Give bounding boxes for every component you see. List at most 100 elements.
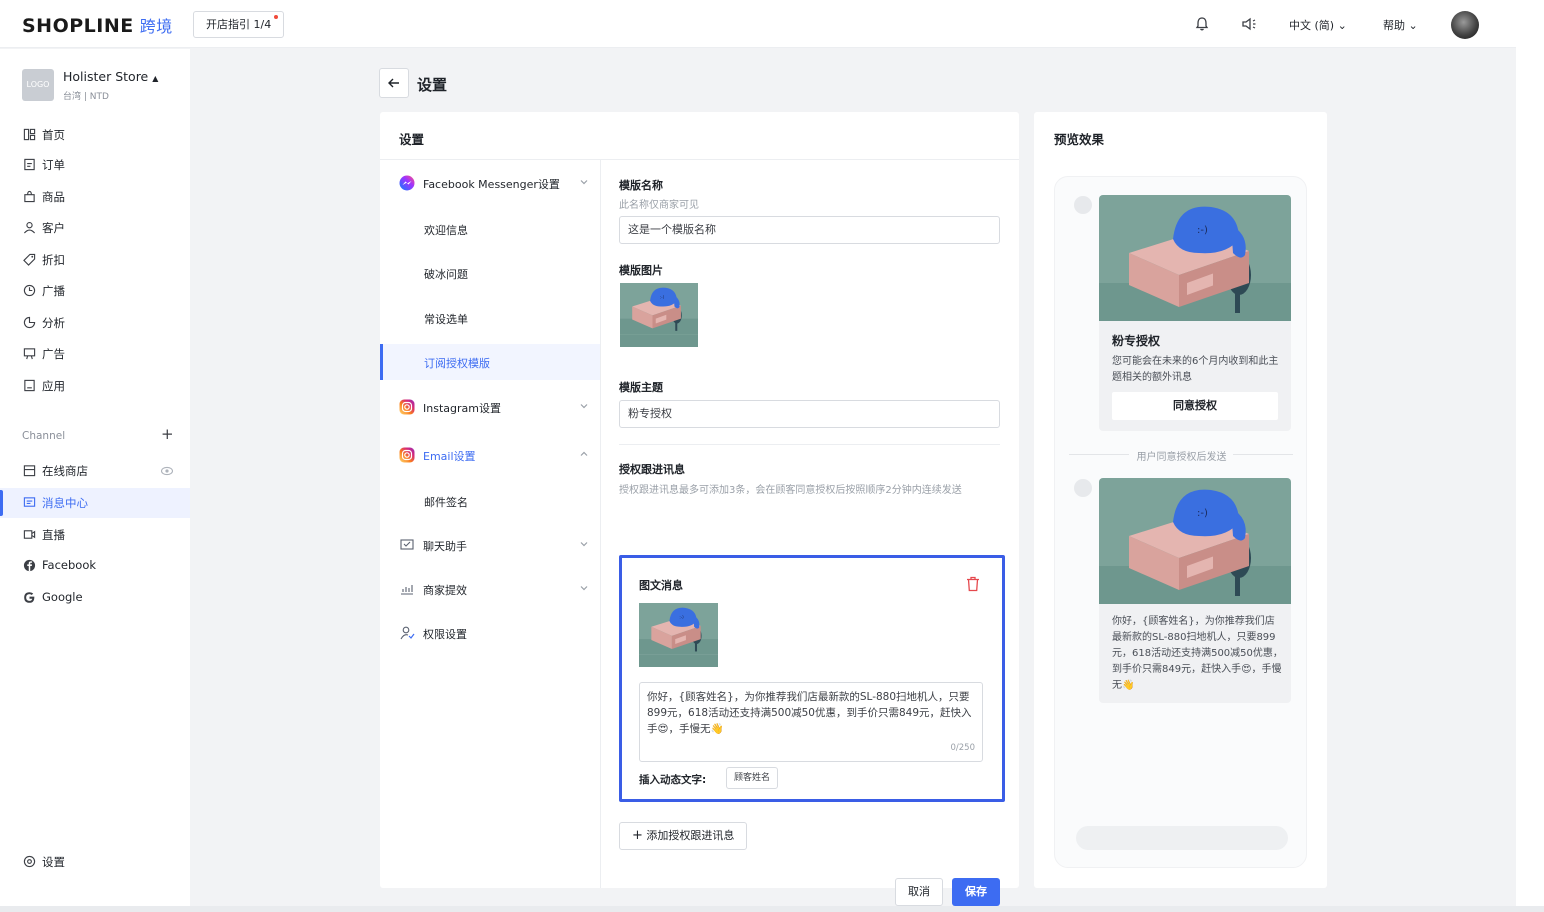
subnav-persistent-menu[interactable]: 常设选单 xyxy=(380,300,600,336)
agree-button[interactable]: 同意授权 xyxy=(1112,392,1278,420)
sidebar-item-label: 首页 xyxy=(42,128,65,142)
chat-icon xyxy=(400,539,414,550)
subnav-label: 聊天助手 xyxy=(423,540,467,553)
preview-card-body: 你好，{顾客姓名}，为你推荐我们店最新款的SL-880扫地机人，只要899元，6… xyxy=(1112,616,1283,691)
name-label: 模版名称 xyxy=(619,179,663,192)
add-channel-icon[interactable]: + xyxy=(161,425,174,443)
preview-card-body: 您可能会在未来的6个月内收到和此主题相关的额外讯息 xyxy=(1112,356,1279,383)
sidebar-item-facebook[interactable]: Facebook xyxy=(0,551,190,581)
subnav-chat-assistant[interactable]: 聊天助手 xyxy=(380,527,600,563)
subnav-label: Facebook Messenger设置 xyxy=(423,178,560,191)
chevron-down-icon xyxy=(580,404,588,409)
channel-header: Channel xyxy=(22,430,66,442)
sidebar-item-customers[interactable]: 客户 xyxy=(0,213,190,243)
subnav-label: 商家提效 xyxy=(423,584,467,597)
subnav-email[interactable]: Email设置 xyxy=(380,437,600,473)
sidebar-item-label: 消息中心 xyxy=(42,496,88,510)
divider xyxy=(619,444,1000,445)
add-follow-message-button[interactable]: + 添加授权跟进讯息 xyxy=(619,822,748,850)
sidebar-item-online-store[interactable]: 在线商店 xyxy=(0,456,190,486)
sidebar-item-label: 设置 xyxy=(42,855,65,869)
store-region: 台湾 | NTD xyxy=(63,92,109,102)
subnav-permissions[interactable]: 权限设置 xyxy=(380,615,600,651)
store-icon xyxy=(23,465,36,477)
store-switcher[interactable]: Holister Store ▲ xyxy=(63,69,158,84)
chevron-down-icon xyxy=(580,586,588,591)
speaker-icon[interactable] xyxy=(1241,16,1257,32)
illustration-image xyxy=(620,283,698,347)
page-title: 设置 xyxy=(417,76,448,94)
cancel-button[interactable]: 取消 xyxy=(895,878,943,906)
sidebar-item-label: 广告 xyxy=(42,347,65,361)
dynamic-text-chip[interactable]: 顾客姓名 xyxy=(726,767,779,789)
user-icon xyxy=(23,222,36,234)
language-selector[interactable]: 中文 (简) ⌄ xyxy=(1289,17,1347,33)
permission-icon xyxy=(400,626,415,640)
save-button[interactable]: 保存 xyxy=(952,878,1000,906)
subnav-email-signature[interactable]: 邮件签名 xyxy=(380,483,600,519)
sidebar-item-google[interactable]: Google xyxy=(0,583,190,613)
template-topic-input[interactable]: 粉专授权 xyxy=(619,400,1000,428)
subnav-efficiency[interactable]: 商家提效 xyxy=(380,571,600,607)
top-bar: SHOPLINE 跨境 开店指引 1/4 中文 (简) ⌄ 帮助 ⌄ xyxy=(0,0,1516,48)
message-textarea[interactable]: 你好，{顾客姓名}，为你推荐我们店最新款的SL-880扫地机人，只要899元，6… xyxy=(639,682,983,762)
subnav-label: 欢迎信息 xyxy=(424,224,468,237)
eye-icon[interactable] xyxy=(161,466,173,476)
caret-up-icon: ▲ xyxy=(152,74,159,83)
bag-icon xyxy=(24,190,35,203)
avatar[interactable] xyxy=(1451,11,1479,39)
sidebar-item-orders[interactable]: 订单 xyxy=(0,150,190,180)
sidebar-item-live[interactable]: 直播 xyxy=(0,520,190,550)
rich-message-title: 图文消息 xyxy=(639,579,683,592)
plus-icon: + xyxy=(632,828,643,843)
sidebar-item-home[interactable]: 首页 xyxy=(0,120,190,150)
store-guide-button[interactable]: 开店指引 1/4 xyxy=(193,11,285,38)
illustration-image xyxy=(1099,478,1291,604)
subnav-facebook-messenger[interactable]: Facebook Messenger设置 xyxy=(380,165,600,201)
sidebar-item-label: 折扣 xyxy=(42,253,65,267)
gear-icon xyxy=(23,855,36,868)
subnav-icebreaker[interactable]: 破冰问题 xyxy=(380,255,600,291)
store-name: Holister Store xyxy=(63,69,149,84)
live-icon xyxy=(23,530,36,539)
subnav-label: 订阅授权模版 xyxy=(424,357,490,370)
brand-logo[interactable]: SHOPLINE 跨境 xyxy=(22,13,173,37)
chevron-down-icon: ⌄ xyxy=(1408,19,1418,32)
chevron-up-icon xyxy=(580,451,588,456)
illustration-image xyxy=(1099,195,1291,321)
message-icon xyxy=(23,497,36,507)
back-button[interactable] xyxy=(379,68,409,98)
chart-icon xyxy=(23,316,36,329)
arrow-left-icon xyxy=(388,78,399,88)
subnav-label: Email设置 xyxy=(423,450,476,463)
sidebar-item-label: 在线商店 xyxy=(42,464,88,478)
order-icon xyxy=(24,158,35,171)
subnav-subscription-template[interactable]: 订阅授权模版 xyxy=(380,344,600,380)
sidebar-item-discounts[interactable]: 折扣 xyxy=(0,245,190,275)
bell-icon[interactable] xyxy=(1194,16,1210,32)
sidebar-item-label: 直播 xyxy=(42,528,65,542)
subnav-welcome[interactable]: 欢迎信息 xyxy=(380,211,600,247)
ad-icon xyxy=(23,348,36,360)
sidebar-item-broadcast[interactable]: 广播 xyxy=(0,276,190,306)
sidebar-item-products[interactable]: 商品 xyxy=(0,182,190,212)
message-image[interactable] xyxy=(639,603,718,667)
template-name-input[interactable]: 这是一个模版名称 xyxy=(619,216,1000,244)
preview-panel: 预览效果 粉专授权 您可能会在未来的6个月内收到和此主题相关的额外讯息 同意授权… xyxy=(1034,112,1327,888)
sidebar-item-analytics[interactable]: 分析 xyxy=(0,308,190,338)
card-title: 设置 xyxy=(399,132,425,147)
sidebar-item-settings[interactable]: 设置 xyxy=(0,847,190,877)
avatar xyxy=(1074,479,1092,497)
bottom-strip xyxy=(0,906,1544,912)
sidebar-item-apps[interactable]: 应用 xyxy=(0,371,190,401)
template-image[interactable] xyxy=(620,283,698,347)
sidebar-item-ads[interactable]: 广告 xyxy=(0,339,190,369)
help-menu[interactable]: 帮助 ⌄ xyxy=(1383,17,1418,33)
store-guide-label: 开店指引 1/4 xyxy=(206,18,272,31)
app-icon xyxy=(24,379,35,392)
trash-icon[interactable] xyxy=(966,576,980,592)
sidebar-item-message-center[interactable]: 消息中心 xyxy=(0,488,190,518)
sidebar-item-label: 应用 xyxy=(42,379,65,393)
subnav-instagram[interactable]: Instagram设置 xyxy=(380,389,600,425)
message-text: 你好，{顾客姓名}，为你推荐我们店最新款的SL-880扫地机人，只要899元，6… xyxy=(647,691,972,735)
